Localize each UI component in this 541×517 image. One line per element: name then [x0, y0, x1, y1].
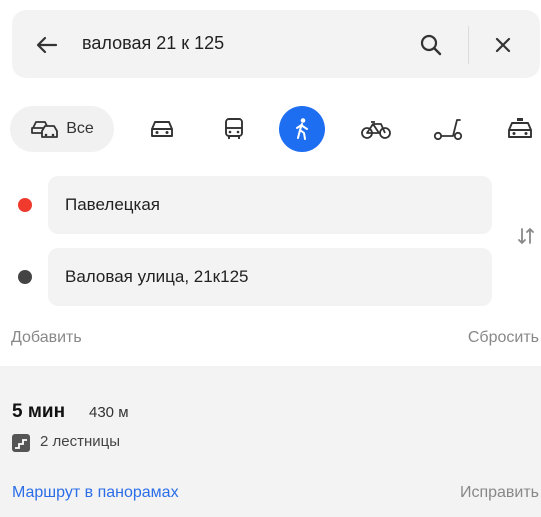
mode-bicycle-button[interactable]: [356, 106, 396, 152]
swap-points-button[interactable]: [512, 222, 540, 250]
from-field-text: Павелецкая: [65, 195, 160, 214]
from-marker-dot: [18, 198, 32, 212]
route-time: 5 мин: [12, 401, 66, 422]
scooter-icon: [433, 119, 463, 141]
all-transport-icon: [31, 121, 59, 138]
close-icon: [495, 37, 511, 53]
mode-all-label: Все: [66, 120, 94, 137]
mode-pedestrian-selected: [279, 106, 325, 152]
search-icon: [420, 34, 442, 56]
route-result-card[interactable]: 5 мин 430 м 2 лестницы Маршрут в панорам…: [0, 366, 541, 517]
mode-all-button[interactable]: Все: [10, 106, 114, 152]
bicycle-icon: [361, 121, 391, 139]
route-point-to: Валовая улица, 21к125: [12, 248, 492, 306]
close-button[interactable]: [490, 32, 516, 58]
pedestrian-icon: [296, 118, 308, 140]
search-button[interactable]: [415, 29, 447, 61]
swap-icon: [518, 228, 534, 244]
to-marker-dot: [18, 270, 32, 284]
to-field-text: Валовая улица, 21к125: [65, 267, 249, 286]
reset-link[interactable]: Сбросить: [468, 329, 539, 347]
add-point-link[interactable]: Добавить: [11, 329, 82, 347]
mode-scooter-button[interactable]: [428, 106, 468, 152]
fix-route-link[interactable]: Исправить: [460, 484, 539, 502]
search-bar: валовая 21 к 125: [12, 10, 540, 78]
car-icon: [151, 121, 173, 137]
search-input[interactable]: валовая 21 к 125: [82, 33, 224, 54]
stairs-info: 2 лестницы: [40, 433, 121, 450]
stairs-icon: [12, 434, 30, 452]
mode-bus-button[interactable]: [216, 106, 252, 152]
from-field[interactable]: Павелецкая: [48, 176, 492, 234]
transport-mode-bar: Все: [10, 106, 541, 156]
arrow-left-icon: [36, 36, 58, 54]
to-field[interactable]: Валовая улица, 21к125: [48, 248, 492, 306]
search-divider: [468, 26, 469, 64]
taxi-icon: [508, 118, 532, 138]
back-button[interactable]: [34, 32, 60, 58]
route-point-from: Павелецкая: [12, 176, 492, 234]
route-distance: 430 м: [89, 404, 129, 421]
panorama-route-link[interactable]: Маршрут в панорамах: [12, 484, 179, 502]
bus-icon: [225, 118, 243, 139]
mode-car-button[interactable]: [144, 106, 180, 152]
mode-taxi-button[interactable]: [502, 106, 538, 152]
mode-pedestrian-button[interactable]: [278, 106, 326, 152]
